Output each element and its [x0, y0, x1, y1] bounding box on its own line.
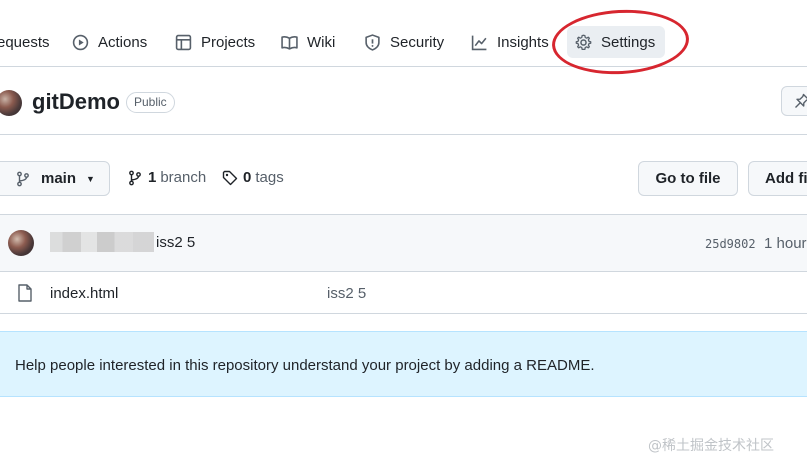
table-icon [175, 34, 192, 51]
tag-count: 0 [243, 169, 252, 186]
tab-settings[interactable]: Settings [567, 26, 665, 58]
file-icon [17, 284, 33, 302]
play-circle-icon [72, 34, 89, 51]
pin-icon [795, 93, 807, 108]
tab-label: Settings [601, 33, 656, 51]
tab-security[interactable]: Security [364, 26, 444, 58]
latest-commit-bar: iss2 5 25d9802 1 hour [0, 214, 807, 272]
pin-button[interactable] [781, 86, 807, 116]
shield-icon [364, 33, 381, 51]
chevron-down-icon: ▼ [86, 173, 95, 184]
branch-count-label: branch [160, 169, 207, 186]
tab-label: Actions [98, 33, 148, 51]
current-branch-label: main [41, 170, 77, 187]
git-branch-icon [127, 170, 143, 186]
branch-count: 1 [148, 169, 157, 186]
file-commit-message[interactable]: iss2 5 [327, 285, 366, 302]
tab-actions[interactable]: Actions [72, 26, 147, 58]
tab-insights[interactable]: Insights [471, 26, 549, 58]
repo-header: gitDemo Public [0, 67, 807, 135]
commit-message[interactable]: iss2 5 [156, 234, 195, 251]
file-row[interactable]: index.html iss2 5 [0, 272, 807, 314]
git-branch-icon [15, 171, 31, 187]
tab-label: Wiki [307, 33, 336, 51]
commit-sha[interactable]: 25d9802 [705, 237, 756, 251]
repo-name[interactable]: gitDemo [32, 89, 120, 115]
tab-projects[interactable]: Projects [175, 26, 255, 58]
visibility-badge: Public [126, 92, 175, 113]
readme-banner: Help people interested in this repositor… [0, 331, 807, 397]
graph-icon [471, 34, 488, 51]
tab-label: Projects [201, 33, 256, 51]
tab-wiki[interactable]: Wiki [281, 26, 335, 58]
go-to-file-button[interactable]: Go to file [638, 161, 738, 196]
branches-link[interactable]: 1 branch [127, 169, 206, 186]
gear-icon [575, 34, 592, 51]
readme-prompt-text: Help people interested in this repositor… [15, 357, 595, 374]
tab-label: Insights [497, 33, 549, 51]
book-icon [281, 34, 298, 51]
commit-time: 1 hour [764, 235, 807, 252]
add-file-button[interactable]: Add fi [748, 161, 807, 196]
tab-label: Security [390, 33, 445, 51]
tab-pull-requests[interactable]: equests [0, 26, 50, 58]
watermark: @稀土掘金技术社区 [648, 438, 774, 454]
tags-link[interactable]: 0 tags [222, 169, 284, 186]
branch-select-button[interactable]: main ▼ [0, 161, 110, 196]
avatar[interactable] [8, 230, 34, 256]
repo-nav: equests Actions Projects Wiki Security I… [0, 0, 807, 67]
avatar[interactable] [0, 90, 22, 116]
tag-icon [222, 170, 238, 186]
file-name[interactable]: index.html [50, 285, 118, 302]
redacted-author-name [50, 232, 154, 252]
tag-count-label: tags [255, 169, 284, 186]
tab-label: equests [0, 33, 50, 51]
